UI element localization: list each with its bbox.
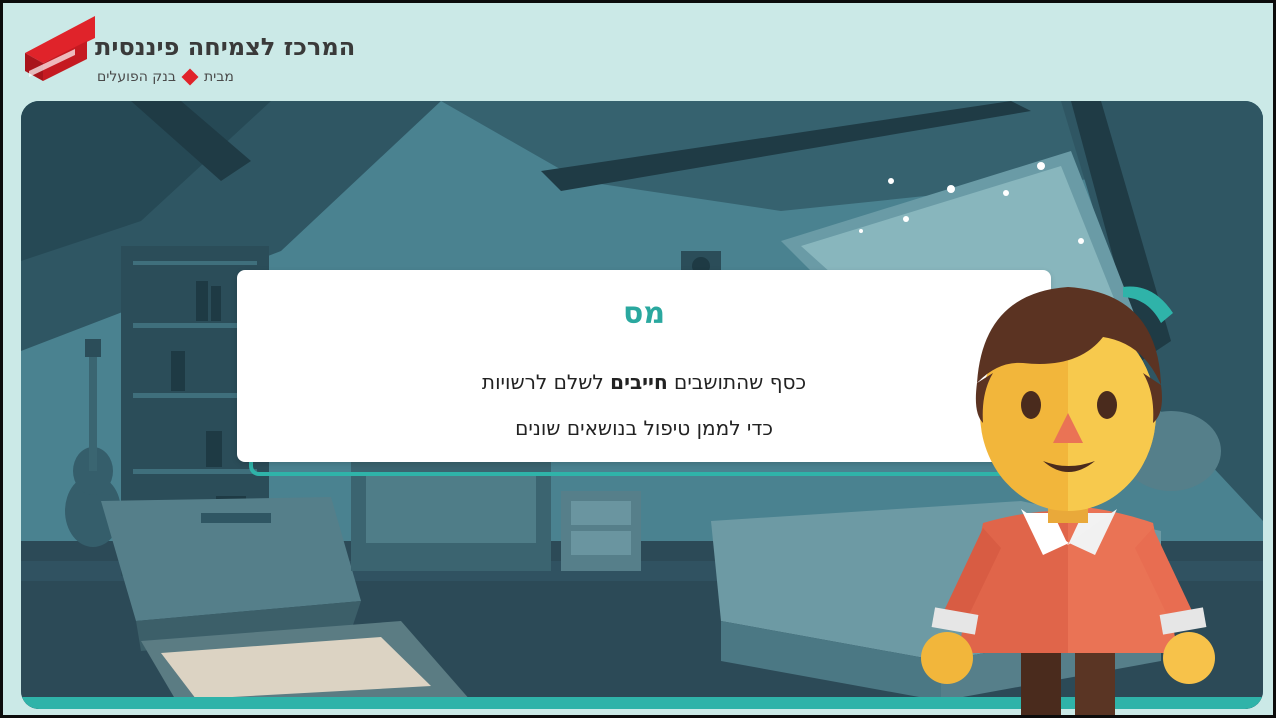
line1-before: כסף שהתושבים — [667, 370, 807, 394]
slide-frame: המרכז לצמיחה פיננסית מבית בנק הפועלים מס… — [0, 0, 1276, 718]
red-ribbon-logo-icon — [25, 15, 97, 81]
header: המרכז לצמיחה פיננסית מבית בנק הפועלים — [3, 3, 1273, 99]
line1-after: לשלם לרשויות — [481, 370, 611, 394]
brand-title: המרכז לצמיחה פיננסית — [95, 33, 356, 61]
brand-subtitle-bank: בנק הפועלים — [97, 69, 176, 85]
cartoon-boy-character — [903, 273, 1233, 715]
brand-logo[interactable]: המרכז לצמיחה פיננסית מבית בנק הפועלים — [25, 15, 355, 93]
brand-subtitle-prefix: מבית — [203, 69, 234, 85]
boy-illustration — [921, 286, 1215, 715]
brand-subtitle: מבית בנק הפועלים — [97, 68, 234, 86]
line1-bold-word: חייבים — [610, 370, 668, 394]
red-diamond-icon — [181, 68, 199, 86]
